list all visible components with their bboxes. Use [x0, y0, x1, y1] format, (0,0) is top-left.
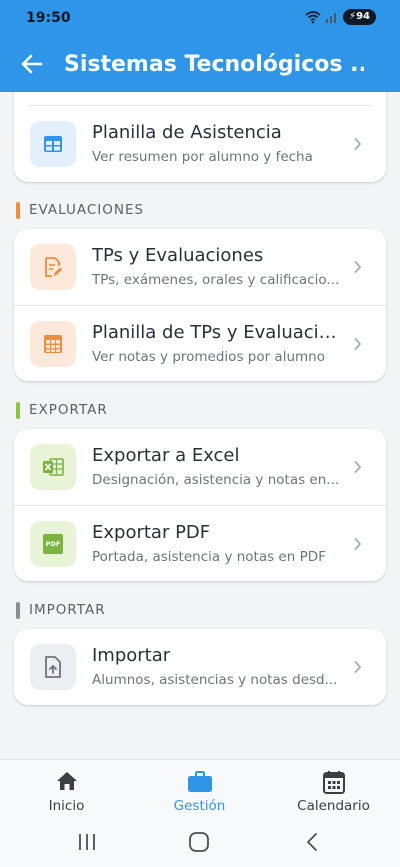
chevron-right-icon: [354, 261, 362, 273]
section-header-importar: IMPORTAR: [16, 600, 106, 620]
section-accent-bar: [16, 601, 20, 619]
nav-label: Inicio: [48, 798, 85, 814]
list-item-exportar-pdf[interactable]: PDF Exportar PDF Portada, asistencia y n…: [14, 505, 386, 581]
list-item-planilla-tps[interactable]: Planilla de TPs y Evaluacio... Ver notas…: [14, 305, 386, 381]
item-subtitle: Alumnos, asistencias y notas desd...: [92, 672, 338, 688]
nav-item-inicio[interactable]: Inicio: [0, 760, 133, 824]
status-time: 19:50: [26, 10, 71, 26]
wifi-icon: [305, 11, 321, 24]
item-subtitle: TPs, exámenes, orales y calificacio...: [92, 272, 340, 288]
top-bar: 19:50 ⚡94 Sistemas Tecnológicos ...: [0, 0, 400, 92]
item-subtitle: Designación, asistencia y notas en...: [92, 472, 340, 488]
item-title: Exportar a Excel: [92, 445, 240, 466]
content-area[interactable]: Planilla de Asistencia Ver resumen por a…: [0, 92, 400, 759]
section-label: EVALUACIONES: [29, 202, 145, 218]
chevron-right-icon: [354, 138, 362, 150]
chevron-right-icon: [354, 661, 362, 673]
item-title: Planilla de TPs y Evaluacio...: [92, 322, 340, 343]
back-nav-icon[interactable]: [302, 831, 324, 853]
chevron-right-icon: [354, 538, 362, 550]
icon-tile: [30, 444, 76, 490]
nav-item-gestion[interactable]: Gestión: [133, 760, 266, 824]
excel-icon: [43, 458, 64, 476]
pdf-icon: PDF: [43, 534, 63, 554]
list-item-exportar-excel[interactable]: Exportar a Excel Designación, asistencia…: [14, 429, 386, 505]
icon-tile: [30, 644, 76, 690]
battery-indicator: ⚡94: [343, 9, 376, 25]
icon-tile: PDF: [30, 521, 76, 567]
card-asistencia: Planilla de Asistencia Ver resumen por a…: [14, 92, 386, 182]
system-navigation-bar: [0, 823, 400, 867]
nav-item-calendario[interactable]: Calendario: [267, 760, 400, 824]
icon-tile: [30, 321, 76, 367]
home-icon: [56, 772, 77, 790]
icon-tile: [30, 121, 76, 167]
section-accent-bar: [16, 401, 20, 419]
section-label: IMPORTAR: [29, 602, 106, 618]
item-title: Exportar PDF: [92, 522, 211, 543]
chevron-right-icon: [354, 461, 362, 473]
edit-document-icon: [45, 257, 62, 277]
page-title: Sistemas Tecnológicos ...: [64, 51, 364, 77]
section-header-evaluaciones: EVALUACIONES: [16, 200, 144, 220]
grid-icon: [44, 335, 62, 353]
item-title: Planilla de Asistencia: [92, 122, 282, 143]
nav-label: Gestión: [173, 798, 226, 814]
status-icons: ⚡94: [305, 9, 376, 25]
recent-apps-icon[interactable]: [76, 831, 98, 853]
back-button[interactable]: [0, 36, 64, 92]
signal-icon: [326, 13, 337, 23]
item-title: Importar: [92, 645, 171, 666]
bottom-navigation: Inicio Gestión Calendario: [0, 759, 400, 823]
item-subtitle: Ver notas y promedios por alumno: [92, 349, 325, 365]
app-bar: Sistemas Tecnológicos ...: [0, 36, 400, 92]
section-accent-bar: [16, 201, 20, 219]
table-icon: [44, 136, 62, 152]
icon-tile: [30, 244, 76, 290]
status-bar: 19:50 ⚡94: [0, 0, 400, 36]
list-item-importar[interactable]: Importar Alumnos, asistencias y notas de…: [14, 629, 386, 705]
calendar-icon: [322, 771, 345, 794]
arrow-left-icon: [21, 54, 43, 74]
item-subtitle: Ver resumen por alumno y fecha: [92, 149, 313, 165]
home-button-icon[interactable]: [188, 831, 210, 853]
chevron-right-icon: [354, 338, 362, 350]
upload-file-icon: [45, 656, 61, 678]
card-evaluaciones: TPs y Evaluaciones TPs, exámenes, orales…: [14, 229, 386, 381]
section-label: EXPORTAR: [29, 402, 108, 418]
section-header-exportar: EXPORTAR: [16, 400, 108, 420]
list-item-tps-evaluaciones[interactable]: TPs y Evaluaciones TPs, exámenes, orales…: [14, 229, 386, 305]
item-subtitle: Portada, asistencia y notas en PDF: [92, 549, 326, 565]
item-title: TPs y Evaluaciones: [92, 245, 264, 266]
previous-row-remnant: [28, 92, 372, 106]
card-exportar: Exportar a Excel Designación, asistencia…: [14, 429, 386, 581]
card-importar: Importar Alumnos, asistencias y notas de…: [14, 629, 386, 705]
list-item-planilla-asistencia[interactable]: Planilla de Asistencia Ver resumen por a…: [14, 106, 386, 182]
pdf-icon-label: PDF: [45, 540, 61, 548]
nav-label: Calendario: [297, 798, 370, 814]
briefcase-icon: [187, 771, 212, 792]
battery-level: 94: [356, 11, 370, 22]
